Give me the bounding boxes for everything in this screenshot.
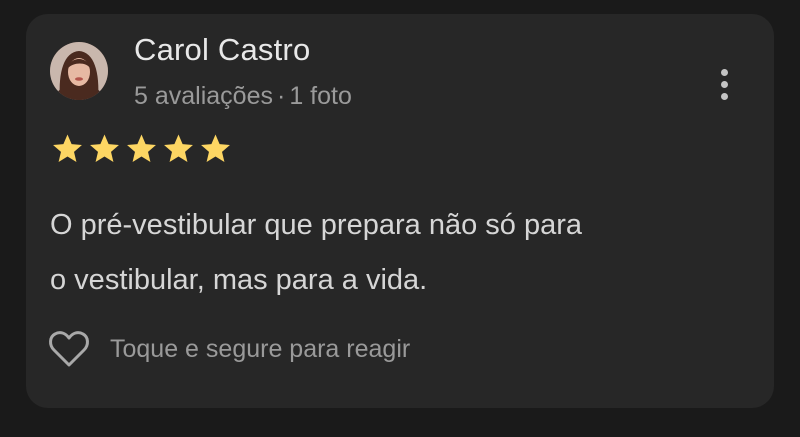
author-meta: 5 avaliações · 1 foto	[134, 82, 352, 111]
photo-count: 1 foto	[289, 82, 352, 110]
star-icon	[198, 132, 233, 166]
more-options-button[interactable]	[710, 64, 738, 104]
review-count: 5 avaliações	[134, 82, 273, 110]
heart-outline-icon	[49, 331, 89, 367]
review-text: O pré-vestibular que prepara não só para…	[50, 198, 750, 308]
review-text-line: o vestibular, mas para a vida.	[50, 264, 428, 296]
avatar-image	[50, 42, 108, 100]
star-rating	[50, 132, 233, 166]
review-text-line: O pré-vestibular que prepara não só para	[50, 209, 582, 241]
meta-separator: ·	[276, 82, 286, 110]
avatar[interactable]	[50, 42, 108, 100]
star-icon	[87, 132, 122, 166]
review-card: Carol Castro 5 avaliações · 1 foto O pré-v…	[26, 14, 774, 408]
more-vert-icon-dot	[720, 68, 728, 76]
more-vert-icon-dot	[720, 92, 728, 100]
star-icon	[50, 132, 85, 166]
author-name[interactable]: Carol Castro	[134, 32, 310, 68]
star-icon	[124, 132, 159, 166]
more-vert-icon-dot	[720, 80, 728, 88]
react-label: Toque e segure para reagir	[110, 334, 411, 363]
react-button[interactable]: Toque e segure para reagir	[48, 330, 410, 368]
star-icon	[161, 132, 196, 166]
